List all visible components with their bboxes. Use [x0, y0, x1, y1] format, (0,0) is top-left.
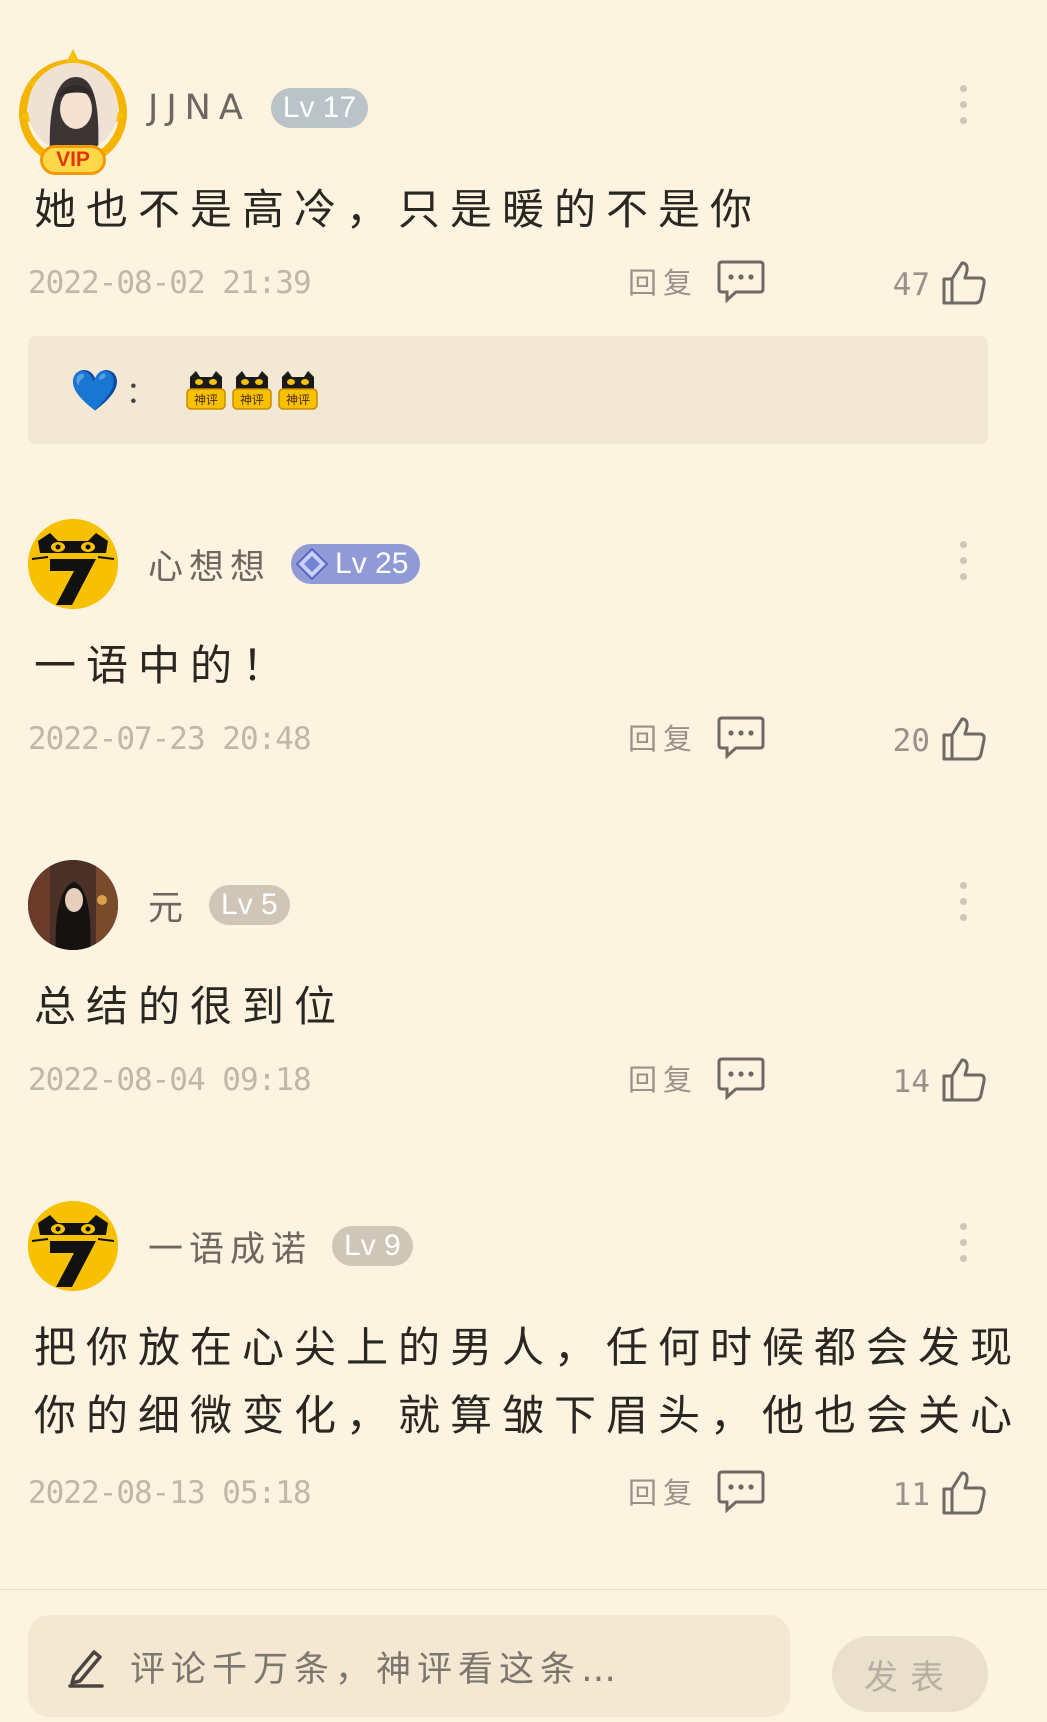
cat-mascot-icon — [28, 1201, 118, 1291]
like-button[interactable]: 20 — [893, 715, 988, 763]
comment-bubble-icon — [717, 716, 765, 759]
like-button[interactable]: 11 — [893, 1469, 988, 1517]
level-label: Lv 5 — [221, 888, 278, 921]
comment-text-line: 她也不是高冷，只是暖的不是你 — [34, 185, 763, 234]
comment-bubble-icon — [717, 1470, 765, 1513]
send-button[interactable]: 发表 — [832, 1636, 988, 1712]
reply-label: 回复 — [628, 266, 699, 300]
avatar[interactable]: VIP — [19, 49, 127, 175]
reply-button[interactable]: 回复 — [628, 715, 766, 759]
god-comment-badge-label: 神评 — [240, 393, 264, 407]
level-label: Lv 25 — [335, 547, 409, 580]
level-label: Lv 17 — [282, 91, 357, 124]
diamond-icon — [295, 547, 329, 581]
like-count: 20 — [892, 723, 930, 759]
more-icon[interactable] — [955, 1223, 971, 1262]
thumbs-up-icon — [942, 261, 986, 305]
heart-emoji: 💙 — [70, 367, 120, 414]
reply-label: 回复 — [628, 1063, 699, 1097]
comment-date: 2022-08-13 05:18 — [28, 1475, 312, 1511]
reply-button[interactable]: 回复 — [628, 259, 766, 303]
level-badge: Lv 5 — [209, 885, 290, 925]
god-comment-badge: 神评 — [278, 371, 318, 410]
comment-text: 一语中的！ — [34, 632, 294, 700]
comment-bubble-icon — [717, 1057, 765, 1100]
like-count: 47 — [892, 267, 930, 303]
level-label: Lv 9 — [344, 1229, 401, 1262]
username[interactable]: 心想想 — [148, 539, 271, 590]
like-count: 11 — [892, 1477, 930, 1513]
more-icon[interactable] — [955, 85, 971, 124]
like-button[interactable]: 14 — [893, 1056, 988, 1104]
pencil-icon — [68, 1650, 104, 1688]
comment-input-placeholder: 评论千万条，神评看这条… — [130, 1649, 623, 1690]
more-icon[interactable] — [955, 541, 971, 580]
comment-input[interactable]: 评论千万条，神评看这条… — [28, 1615, 790, 1717]
thumbs-up-icon — [942, 1471, 986, 1515]
comment-date: 2022-08-02 21:39 — [28, 265, 312, 301]
comment-text: 她也不是高冷，只是暖的不是你 — [34, 176, 762, 244]
avatar[interactable] — [28, 519, 118, 609]
reply-button[interactable]: 回复 — [628, 1056, 766, 1100]
god-comment-badge: 神评 — [186, 371, 226, 410]
reply-preview[interactable]: 💙 ： 神评 神评 神评 — [28, 336, 988, 444]
comment-date: 2022-08-04 09:18 — [28, 1062, 312, 1098]
comment-text-line: 把你放在心尖上的男人，任何时候都会发现 — [34, 1323, 1023, 1372]
comment-date: 2022-07-23 20:48 — [28, 721, 312, 757]
vip-badge: VIP — [40, 145, 106, 175]
avatar[interactable] — [28, 860, 118, 950]
reply-label: 回复 — [628, 722, 699, 756]
avatar[interactable] — [28, 1201, 118, 1291]
username[interactable]: 元 — [148, 880, 189, 931]
comment-text: 把你放在心尖上的男人，任何时候都会发现 你的细微变化，就算皱下眉头，他也会关心 — [34, 1314, 1022, 1450]
level-badge: Lv 17 — [270, 88, 369, 128]
level-badge: Lv 9 — [332, 1226, 413, 1266]
comment-text-line: 一语中的！ — [34, 641, 295, 690]
reply-button[interactable]: 回复 — [628, 1469, 766, 1513]
cat-mascot-icon — [28, 519, 118, 609]
like-count: 14 — [892, 1064, 930, 1100]
divider — [0, 1589, 1047, 1590]
reply-label: 回复 — [628, 1476, 699, 1510]
comment-text-line: 你的细微变化，就算皱下眉头，他也会关心 — [34, 1391, 1023, 1440]
thumbs-up-icon — [942, 717, 986, 761]
username[interactable]: 一语成诺 — [148, 1221, 312, 1272]
god-comment-badge: 神评 — [232, 371, 272, 410]
like-button[interactable]: 47 — [893, 259, 988, 307]
comment-bubble-icon — [717, 260, 765, 303]
level-badge: Lv 25 — [291, 544, 421, 584]
reply-colon: ： — [125, 376, 156, 411]
god-comment-badge-label: 神评 — [286, 393, 310, 407]
god-comment-badges: 神评 神评 神评 — [184, 367, 322, 413]
comment-text-line: 总结的很到位 — [34, 982, 347, 1031]
comment-text: 总结的很到位 — [34, 973, 346, 1041]
thumbs-up-icon — [942, 1058, 986, 1102]
username[interactable]: JJNA — [148, 88, 251, 128]
more-icon[interactable] — [955, 882, 971, 921]
god-comment-badge-label: 神评 — [194, 393, 218, 407]
